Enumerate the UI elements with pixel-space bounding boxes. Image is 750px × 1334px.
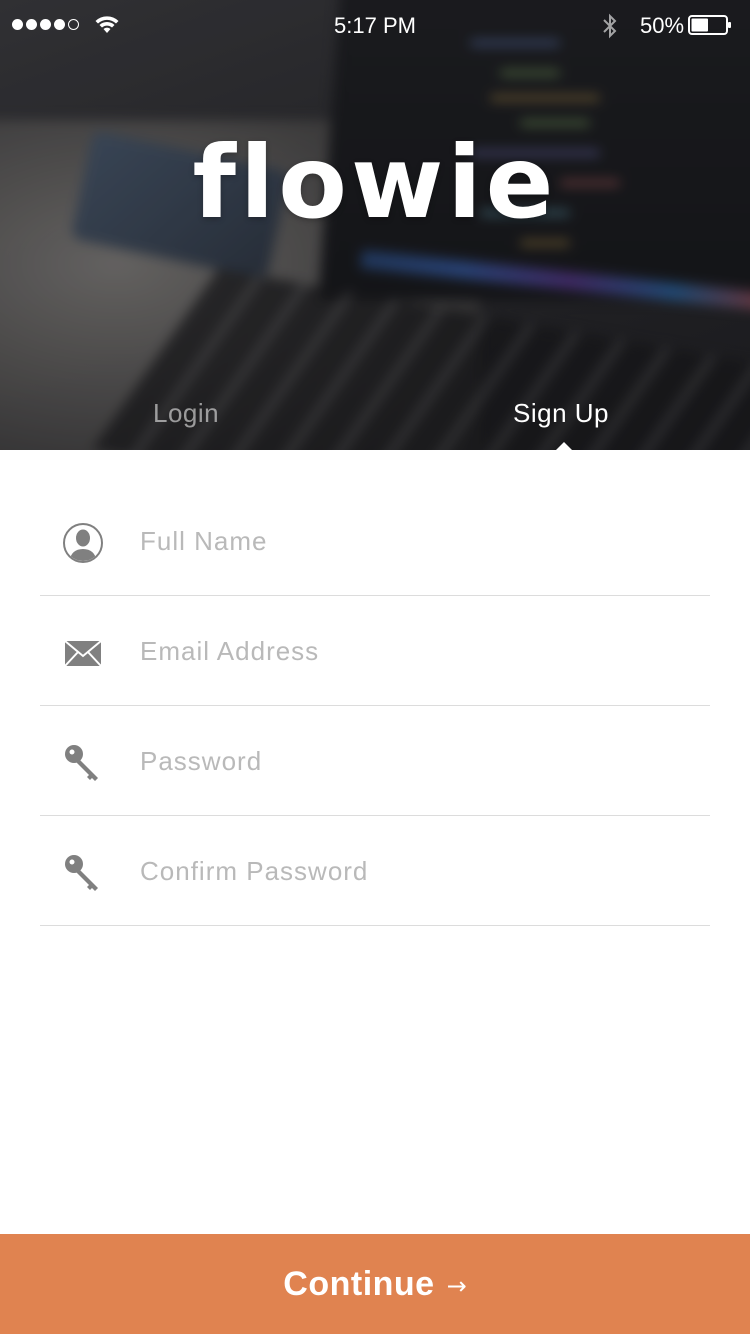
hero-banner: 5:17 PM 50% flowie Login Sign Up (0, 0, 750, 450)
email-row (40, 596, 710, 706)
continue-button-label: Continue (283, 1264, 435, 1303)
status-time: 5:17 PM (334, 13, 416, 38)
envelope-icon (64, 640, 102, 667)
key-icon (65, 855, 98, 891)
confirm-password-row (40, 816, 710, 926)
bluetooth-icon (603, 13, 617, 39)
email-field[interactable] (140, 632, 700, 670)
user-icon (63, 523, 103, 563)
app-logo: flowie (192, 124, 558, 241)
active-tab-indicator (556, 442, 572, 450)
password-field[interactable] (140, 742, 700, 780)
confirm-password-field[interactable] (140, 852, 700, 890)
status-bar: 5:17 PM 50% (0, 0, 750, 52)
tab-sign-up[interactable]: Sign Up (513, 396, 609, 430)
signup-form (40, 486, 710, 926)
full-name-field[interactable] (140, 522, 700, 560)
password-row (40, 706, 710, 816)
arrow-right-icon: → (446, 1272, 467, 1300)
battery-percent: 50% (640, 13, 685, 38)
tab-login[interactable]: Login (153, 396, 219, 430)
full-name-row (40, 486, 710, 596)
signup-screen: 5:17 PM 50% flowie Login Sign Up Full Na… (0, 0, 750, 1334)
continue-button[interactable]: Continue → (0, 1234, 750, 1334)
key-icon (65, 745, 98, 781)
battery-icon (688, 15, 731, 35)
